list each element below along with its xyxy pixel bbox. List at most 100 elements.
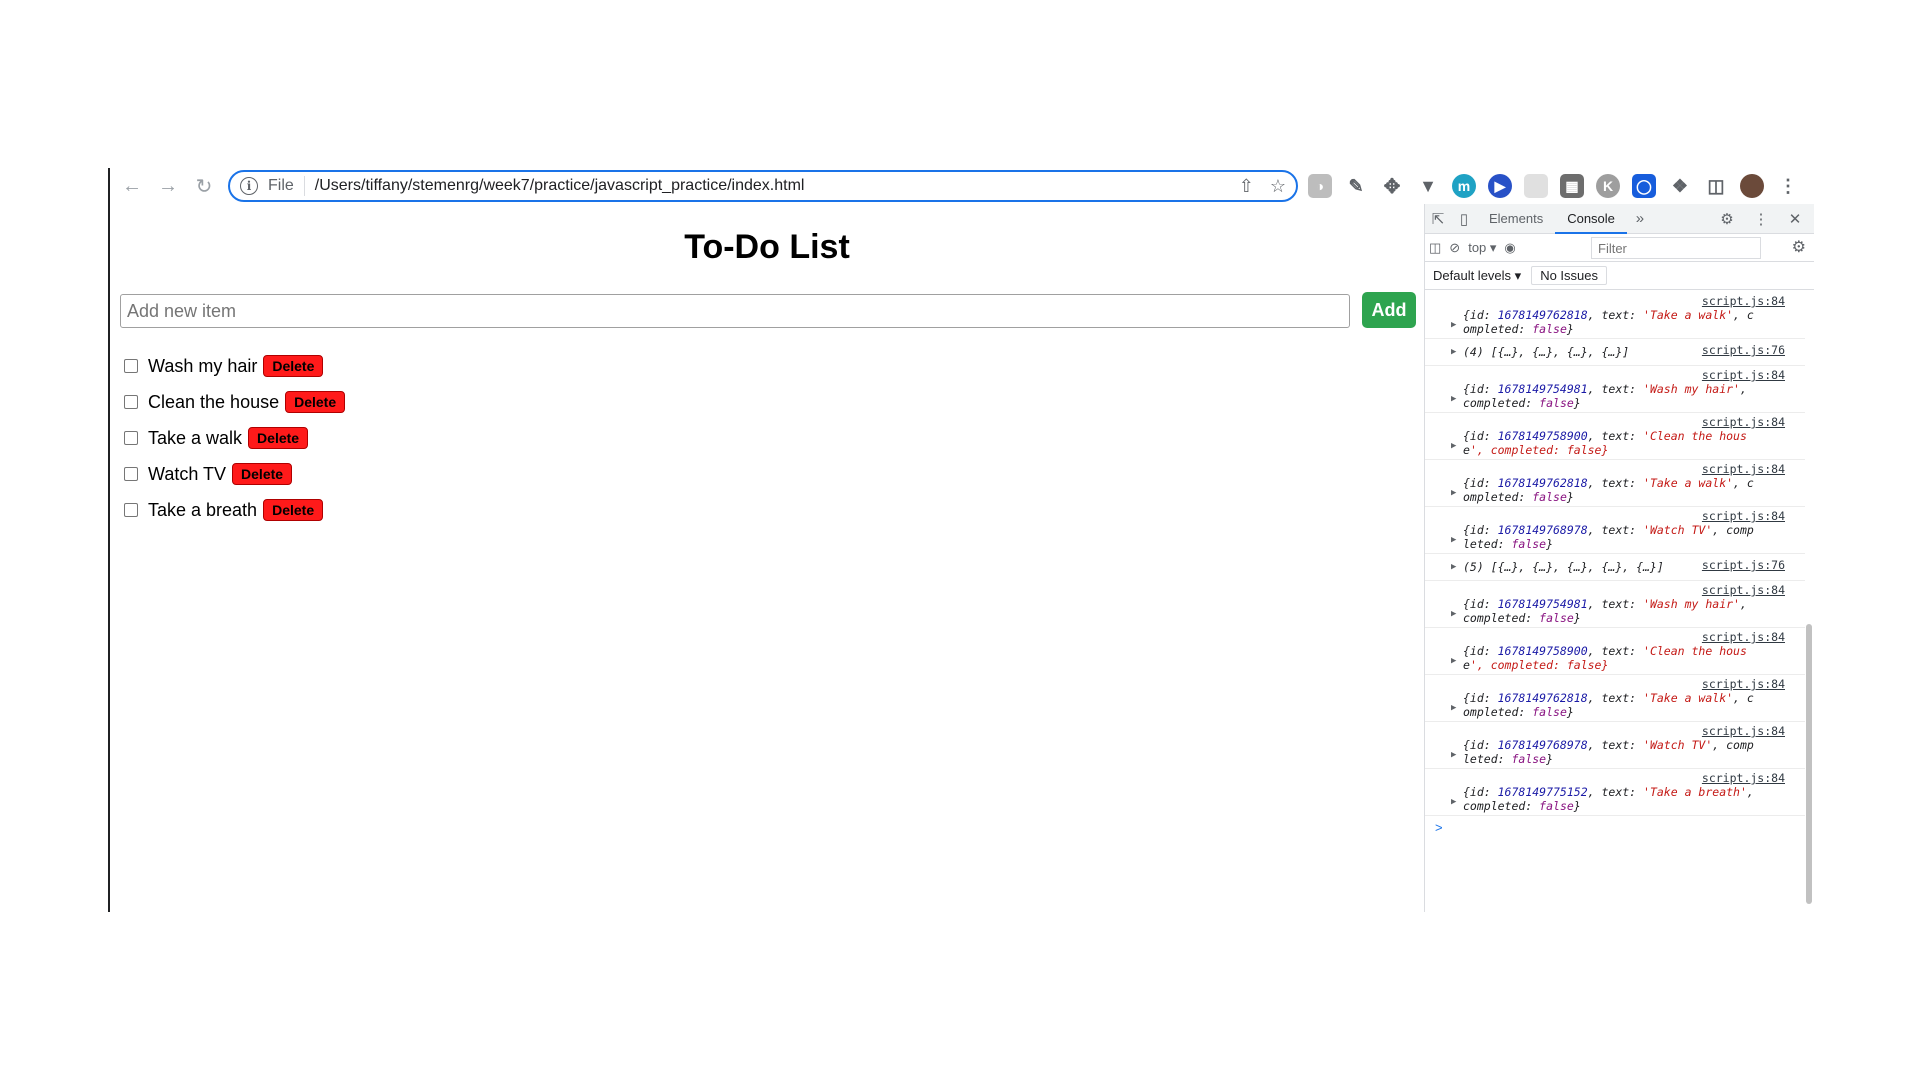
- expand-triangle-icon[interactable]: ▶: [1451, 795, 1456, 809]
- console-prompt[interactable]: >: [1425, 816, 1805, 835]
- profile-avatar[interactable]: [1740, 174, 1764, 198]
- expand-triangle-icon[interactable]: ▶: [1451, 392, 1456, 406]
- console-settings-icon[interactable]: ⚙: [1792, 237, 1806, 257]
- close-icon[interactable]: ✕: [1782, 206, 1808, 232]
- log-text-line: {id: 1678149758900, text: 'Clean the hou…: [1463, 644, 1747, 658]
- puzzle-extensions-icon[interactable]: ❖: [1668, 174, 1692, 198]
- expand-triangle-icon[interactable]: ▶: [1451, 345, 1456, 359]
- eyedropper-icon[interactable]: ✎: [1344, 174, 1368, 198]
- log-source-link[interactable]: script.js:84: [1463, 294, 1785, 308]
- log-text-line: ompleted: false}: [1463, 322, 1574, 336]
- sidebar-toggle-icon[interactable]: ◫: [1429, 240, 1441, 256]
- expand-triangle-icon[interactable]: ▶: [1451, 560, 1456, 574]
- log-source-link[interactable]: script.js:84: [1463, 771, 1785, 785]
- new-item-input[interactable]: [120, 294, 1350, 328]
- console-log-entry[interactable]: script.js:84 ▶ {id: 1678149754981, text: '…: [1425, 581, 1805, 628]
- log-text-line: {id: 1678149758900, text: 'Clean the hou…: [1463, 429, 1747, 443]
- reload-icon[interactable]: ↻: [190, 172, 218, 200]
- more-tabs-icon[interactable]: »: [1627, 206, 1653, 232]
- console-log-entry[interactable]: script.js:76 ▶ (5) [{…}, {…}, {…}, {…}, {……: [1425, 554, 1805, 581]
- log-text-line: {id: 1678149754981, text: 'Wash my hair'…: [1463, 597, 1747, 611]
- console-log-entry[interactable]: script.js:84 ▶ {id: 1678149768978, text: '…: [1425, 507, 1805, 554]
- log-source-link[interactable]: script.js:84: [1463, 509, 1785, 523]
- add-button[interactable]: Add: [1362, 292, 1416, 328]
- log-text-line: completed: false}: [1463, 396, 1581, 410]
- tab-console[interactable]: Console: [1555, 204, 1627, 234]
- extension-k-icon[interactable]: K: [1596, 174, 1620, 198]
- log-source-link[interactable]: script.js:84: [1463, 677, 1785, 691]
- todo-checkbox[interactable]: [124, 467, 138, 481]
- back-icon[interactable]: ←: [118, 172, 146, 200]
- todo-item: Take a walk Delete: [124, 420, 345, 456]
- log-source-link[interactable]: script.js:76: [1702, 558, 1785, 572]
- log-source-link[interactable]: script.js:84: [1463, 724, 1785, 738]
- extension-blank-icon[interactable]: [1524, 174, 1548, 198]
- log-source-link[interactable]: script.js:76: [1702, 343, 1785, 357]
- forward-icon[interactable]: →: [154, 172, 182, 200]
- log-source-link[interactable]: script.js:84: [1463, 462, 1785, 476]
- move-icon[interactable]: ✥: [1380, 174, 1404, 198]
- console-scrollbar[interactable]: [1806, 624, 1812, 904]
- todo-checkbox[interactable]: [124, 395, 138, 409]
- bookmark-star-icon[interactable]: ☆: [1270, 176, 1286, 197]
- console-log-entry[interactable]: script.js:84 ▶ {id: 1678149754981, text: '…: [1425, 366, 1805, 413]
- expand-triangle-icon[interactable]: ▶: [1451, 607, 1456, 621]
- site-info-icon[interactable]: i: [240, 177, 258, 195]
- todo-checkbox[interactable]: [124, 503, 138, 517]
- share-icon[interactable]: ⇧: [1239, 176, 1254, 197]
- address-bar[interactable]: i File /Users/tiffany/stemenrg/week7/pra…: [228, 170, 1298, 202]
- todo-checkbox[interactable]: [124, 359, 138, 373]
- expand-triangle-icon[interactable]: ▶: [1451, 486, 1456, 500]
- delete-button[interactable]: Delete: [285, 391, 346, 413]
- log-text-line: ompleted: false}: [1463, 490, 1574, 504]
- clear-console-icon[interactable]: ⊘: [1449, 240, 1460, 256]
- devtools-menu-icon[interactable]: ⋮: [1748, 206, 1774, 232]
- log-source-link[interactable]: script.js:84: [1463, 368, 1785, 382]
- console-log-entry[interactable]: script.js:76 ▶ (4) [{…}, {…}, {…}, {…}]: [1425, 339, 1805, 366]
- issues-button[interactable]: No Issues: [1531, 266, 1607, 285]
- bitwarden-shield-icon[interactable]: ◯: [1632, 174, 1656, 198]
- todo-checkbox[interactable]: [124, 431, 138, 445]
- device-toolbar-icon[interactable]: ▯: [1451, 206, 1477, 232]
- console-log-entry[interactable]: script.js:84 ▶ {id: 1678149758900, text: '…: [1425, 628, 1805, 675]
- console-log-entry[interactable]: script.js:84 ▶ {id: 1678149768978, text: '…: [1425, 722, 1805, 769]
- log-source-link[interactable]: script.js:84: [1463, 583, 1785, 597]
- extension-icon[interactable]: ◑: [1308, 174, 1332, 198]
- settings-gear-icon[interactable]: ⚙: [1714, 206, 1740, 232]
- expand-triangle-icon[interactable]: ▶: [1451, 318, 1456, 332]
- expand-triangle-icon[interactable]: ▶: [1451, 654, 1456, 668]
- console-log-entry[interactable]: script.js:84 ▶ {id: 1678149762818, text: '…: [1425, 675, 1805, 722]
- expand-triangle-icon[interactable]: ▶: [1451, 533, 1456, 547]
- side-panel-icon[interactable]: ◫: [1704, 174, 1728, 198]
- delete-button[interactable]: Delete: [232, 463, 293, 485]
- delete-button[interactable]: Delete: [248, 427, 309, 449]
- log-levels-dropdown[interactable]: Default levels ▾: [1433, 268, 1521, 284]
- context-selector[interactable]: top ▾: [1468, 240, 1496, 256]
- log-levels-label: Default levels: [1433, 267, 1512, 283]
- live-expression-eye-icon[interactable]: ◉: [1504, 240, 1515, 256]
- inspect-element-icon[interactable]: ⇱: [1425, 206, 1451, 232]
- console-log-entry[interactable]: script.js:84 ▶ {id: 1678149762818, text: '…: [1425, 292, 1805, 339]
- log-source-link[interactable]: script.js:84: [1463, 630, 1785, 644]
- address-scheme: File: [268, 177, 294, 194]
- address-url[interactable]: /Users/tiffany/stemenrg/week7/practice/j…: [315, 177, 805, 195]
- expand-triangle-icon[interactable]: ▶: [1451, 701, 1456, 715]
- console-log-entry[interactable]: script.js:84 ▶ {id: 1678149762818, text: '…: [1425, 460, 1805, 507]
- extension-play-icon[interactable]: ▶: [1488, 174, 1512, 198]
- extension-grid-icon[interactable]: ▦: [1560, 174, 1584, 198]
- tab-elements[interactable]: Elements: [1477, 204, 1555, 234]
- log-text-line: ompleted: false}: [1463, 705, 1574, 719]
- extension-m-icon[interactable]: m: [1452, 174, 1476, 198]
- console-log-entry[interactable]: script.js:84 ▶ {id: 1678149775152, text: '…: [1425, 769, 1805, 816]
- expand-triangle-icon[interactable]: ▶: [1451, 439, 1456, 453]
- log-source-link[interactable]: script.js:84: [1463, 415, 1785, 429]
- devtools-tabbar: ⇱ ▯ Elements Console » ⚙ ⋮ ✕: [1425, 204, 1814, 234]
- console-filter-input[interactable]: [1591, 237, 1761, 259]
- extensions-bar: ◑ ✎ ✥ ▼ m ▶ ▦ K ◯ ❖ ◫ ⋮: [1308, 174, 1800, 198]
- console-log-entry[interactable]: script.js:84 ▶ {id: 1678149758900, text: '…: [1425, 413, 1805, 460]
- expand-triangle-icon[interactable]: ▶: [1451, 748, 1456, 762]
- vue-devtools-icon[interactable]: ▼: [1416, 174, 1440, 198]
- delete-button[interactable]: Delete: [263, 499, 324, 521]
- delete-button[interactable]: Delete: [263, 355, 324, 377]
- menu-kebab-icon[interactable]: ⋮: [1776, 174, 1800, 198]
